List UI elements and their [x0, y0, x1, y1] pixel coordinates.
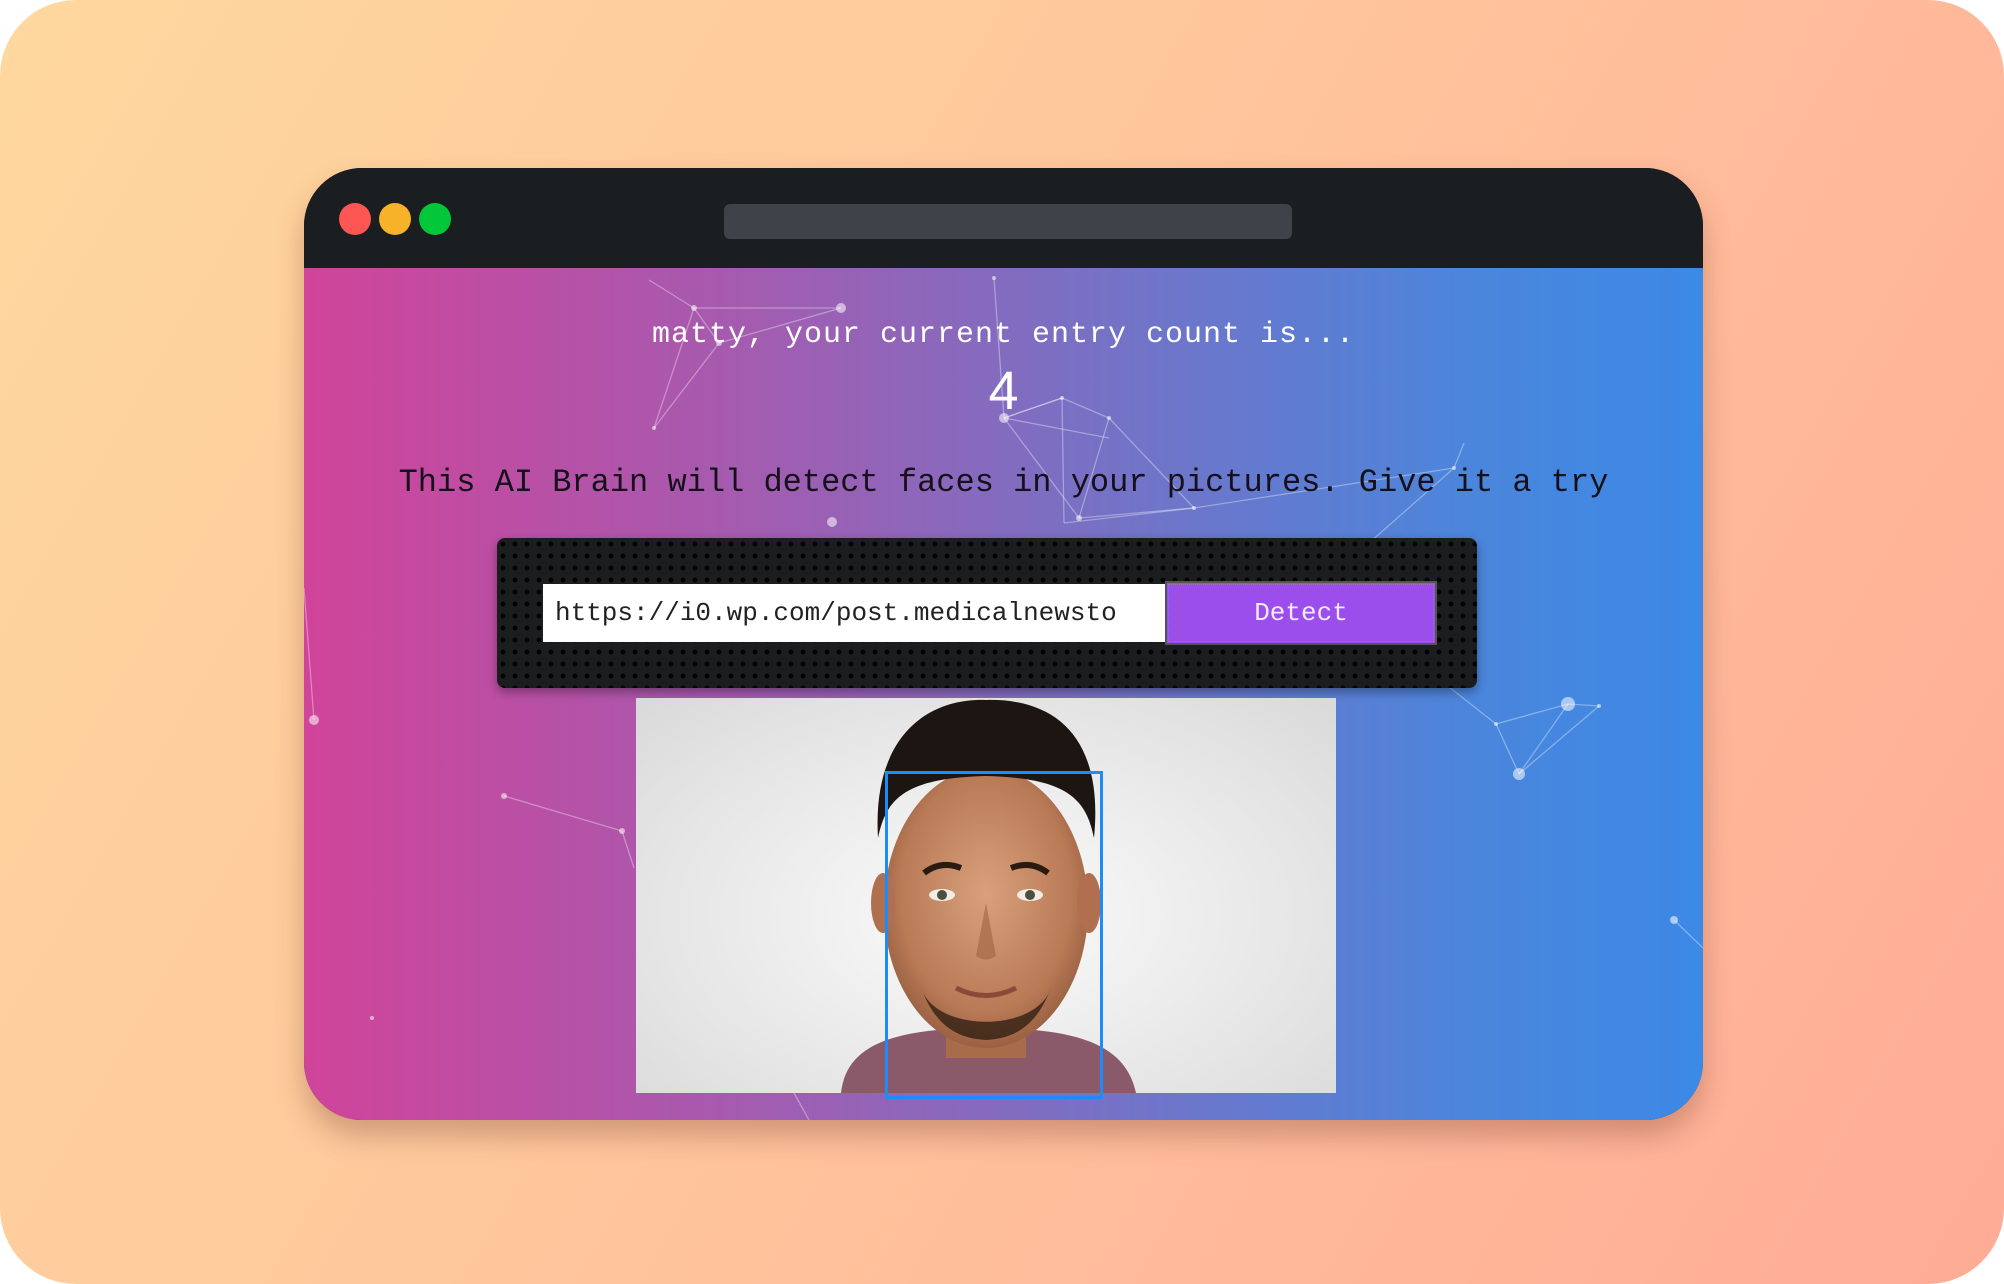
page-tagline: This AI Brain will detect faces in your …	[398, 464, 1609, 501]
title-bar	[304, 168, 1703, 268]
close-window-button[interactable]	[339, 203, 371, 235]
page-content: matty, your current entry count is... 4 …	[304, 268, 1703, 1120]
entry-count-greeting: matty, your current entry count is...	[651, 318, 1356, 352]
address-bar[interactable]	[724, 204, 1292, 239]
browser-window: matty, your current entry count is... 4 …	[304, 168, 1703, 1120]
detect-button[interactable]: Detect	[1165, 581, 1437, 645]
image-url-form: Detect	[497, 538, 1477, 688]
image-url-input[interactable]	[543, 584, 1165, 642]
entry-count-value: 4	[988, 361, 1019, 421]
zoom-window-button[interactable]	[419, 203, 451, 235]
minimize-window-button[interactable]	[379, 203, 411, 235]
face-bounding-box	[885, 771, 1103, 1099]
